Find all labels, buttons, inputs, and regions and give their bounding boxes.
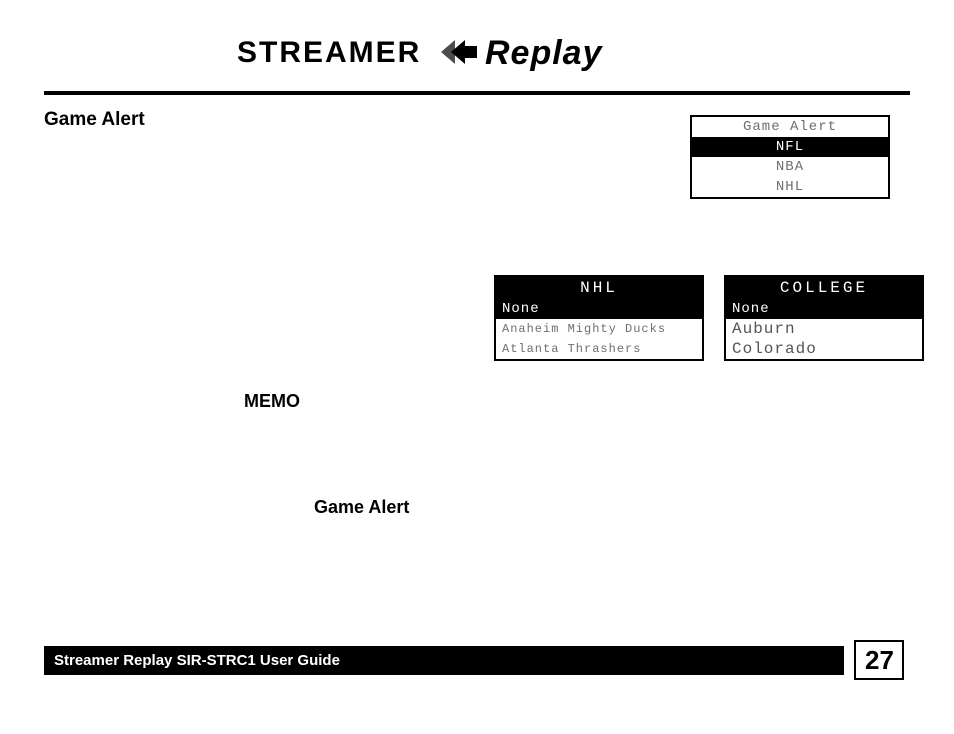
logo-right-text: Replay: [485, 34, 604, 72]
logo-left-text: STREAMER: [237, 36, 421, 69]
header-logo: STREAMER Replay: [44, 32, 910, 77]
lcd-row[interactable]: Anaheim Mighty Ducks: [496, 319, 702, 339]
lcd-title: Game Alert: [692, 117, 888, 137]
lcd-game-alert: Game Alert NFL NBA NHL: [690, 115, 890, 199]
page-number: 27: [854, 640, 904, 680]
lcd-row-selected[interactable]: None: [496, 299, 702, 319]
lcd-nhl: NHL None Anaheim Mighty Ducks Atlanta Th…: [494, 275, 704, 361]
lcd-row[interactable]: Auburn: [726, 319, 922, 339]
footer: Streamer Replay SIR-STRC1 User Guide 27: [44, 640, 910, 680]
lcd-row[interactable]: NBA: [692, 157, 888, 177]
header-divider: [44, 91, 910, 95]
lcd-title: COLLEGE: [726, 277, 922, 299]
lcd-row[interactable]: Atlanta Thrashers: [496, 339, 702, 359]
game-alert-label: Game Alert: [314, 497, 409, 518]
replay-arrow-icon: [441, 40, 477, 64]
lcd-row-selected[interactable]: NFL: [692, 137, 888, 157]
memo-label: MEMO: [244, 391, 300, 412]
lcd-row-selected[interactable]: None: [726, 299, 922, 319]
lcd-title: NHL: [496, 277, 702, 299]
lcd-college: COLLEGE None Auburn Colorado: [724, 275, 924, 361]
footer-text: Streamer Replay SIR-STRC1 User Guide: [44, 646, 844, 675]
lcd-row[interactable]: Colorado: [726, 339, 922, 359]
lcd-row[interactable]: NHL: [692, 177, 888, 197]
